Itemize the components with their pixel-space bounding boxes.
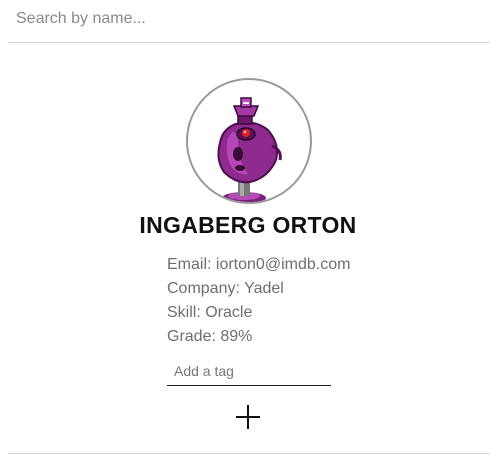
card-divider xyxy=(8,453,490,454)
student-list-page: INGABERG ORTON Email: iorton0@imdb.com C… xyxy=(0,0,496,459)
student-details: Email: iorton0@imdb.com Company: Yadel S… xyxy=(167,253,467,349)
student-grade: Grade: 89% xyxy=(167,328,253,345)
search-input[interactable] xyxy=(16,6,476,32)
tag-input-wrapper xyxy=(167,358,331,386)
student-email: Email: iorton0@imdb.com xyxy=(167,256,351,273)
expand-button[interactable] xyxy=(234,403,262,431)
avatar xyxy=(186,78,312,204)
student-company: Company: Yadel xyxy=(167,280,284,297)
add-tag-input[interactable] xyxy=(174,361,324,381)
plus-icon xyxy=(236,405,260,429)
search-bar xyxy=(8,0,490,43)
robot-avatar-icon xyxy=(217,97,282,202)
student-name: INGABERG ORTON xyxy=(139,212,357,238)
student-skill: Skill: Oracle xyxy=(167,304,253,321)
